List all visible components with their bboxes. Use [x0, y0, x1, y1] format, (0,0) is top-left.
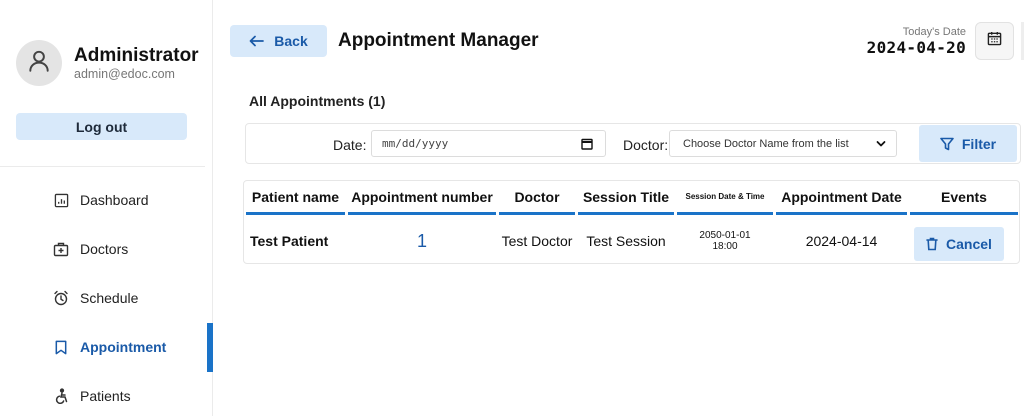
cancel-button[interactable]: Cancel	[914, 227, 1004, 261]
profile: Administrator admin@edoc.com	[16, 40, 199, 86]
doctor-bag-icon	[52, 240, 70, 258]
cell-appointment-date: 2024-04-14	[805, 233, 878, 249]
back-button[interactable]: Back	[230, 25, 327, 57]
doctor-select-value: Choose Doctor Name from the list	[683, 137, 849, 150]
doctor-label: Doctor:	[623, 137, 669, 153]
filter-label-text: Filter	[961, 135, 997, 152]
logout-button[interactable]: Log out	[16, 113, 187, 140]
bookmark-icon	[52, 338, 70, 356]
date-label: Date:	[333, 137, 367, 153]
cell-appointment-number: 1	[416, 230, 427, 251]
back-label: Back	[274, 33, 308, 49]
sidebar-item-label: Patients	[80, 388, 131, 404]
date-placeholder: mm/dd/yyyy	[382, 137, 449, 150]
trash-icon	[926, 237, 938, 251]
alarm-clock-icon	[52, 289, 70, 307]
column-header: Appointment Date	[776, 181, 907, 215]
avatar	[16, 40, 62, 86]
dashboard-icon	[52, 191, 70, 209]
calendar-button[interactable]	[975, 22, 1014, 60]
column-header: Session Title	[578, 181, 674, 215]
accessible-icon	[52, 387, 70, 405]
cell-session-datetime: 2050-01-01 18:00	[677, 219, 773, 263]
active-nav-indicator	[207, 323, 213, 372]
cell-doctor: Test Doctor	[501, 233, 573, 249]
session-time: 18:00	[712, 241, 738, 252]
sidebar-item-doctors[interactable]: Doctors	[52, 237, 128, 261]
column-header: Session Date & Time	[677, 181, 773, 215]
sidebar-item-appointment[interactable]: Appointment	[52, 335, 166, 359]
today-label: Today's Date	[902, 26, 966, 38]
sidebar-item-patients[interactable]: Patients	[52, 384, 131, 408]
cell-patient-name: Test Patient	[250, 233, 329, 249]
calendar-icon[interactable]	[581, 138, 593, 153]
column-header: Appointment number	[348, 181, 496, 215]
column-header: Doctor	[499, 181, 575, 215]
today-date: 2024-04-20	[866, 38, 966, 57]
sidebar-divider	[0, 166, 205, 167]
filter-bar: Date: mm/dd/yyyy Doctor: Choose Doctor N…	[245, 123, 1021, 164]
sidebar-item-label: Schedule	[80, 290, 139, 306]
sidebar-item-label: Appointment	[80, 339, 167, 355]
section-title: All Appointments (1)	[249, 93, 386, 109]
filter-button[interactable]: Filter	[919, 125, 1017, 162]
sidebar-item-label: Doctors	[80, 241, 129, 257]
doctor-select[interactable]: Choose Doctor Name from the list	[669, 130, 897, 157]
column-header: Events	[910, 181, 1018, 215]
date-input[interactable]: mm/dd/yyyy	[371, 130, 606, 157]
sidebar-item-schedule[interactable]: Schedule	[52, 286, 138, 310]
chevron-down-icon	[876, 139, 886, 151]
calendar-icon	[987, 31, 1002, 51]
page-title: Appointment Manager	[338, 30, 539, 51]
sidebar-item-dashboard[interactable]: Dashboard	[52, 188, 149, 212]
user-icon	[26, 48, 52, 79]
profile-email: admin@edoc.com	[74, 67, 175, 81]
cancel-label: Cancel	[946, 236, 992, 252]
arrow-left-icon	[249, 35, 265, 47]
appointments-table: Patient name Appointment number Doctor S…	[243, 180, 1020, 264]
sidebar: Administrator admin@edoc.com Log out Das…	[0, 0, 213, 416]
cell-session-title: Test Session	[586, 233, 666, 249]
column-header: Patient name	[246, 181, 345, 215]
profile-name: Administrator	[74, 45, 199, 66]
session-date: 2050-01-01	[699, 230, 751, 241]
funnel-icon	[940, 137, 954, 151]
sidebar-item-label: Dashboard	[80, 192, 149, 208]
